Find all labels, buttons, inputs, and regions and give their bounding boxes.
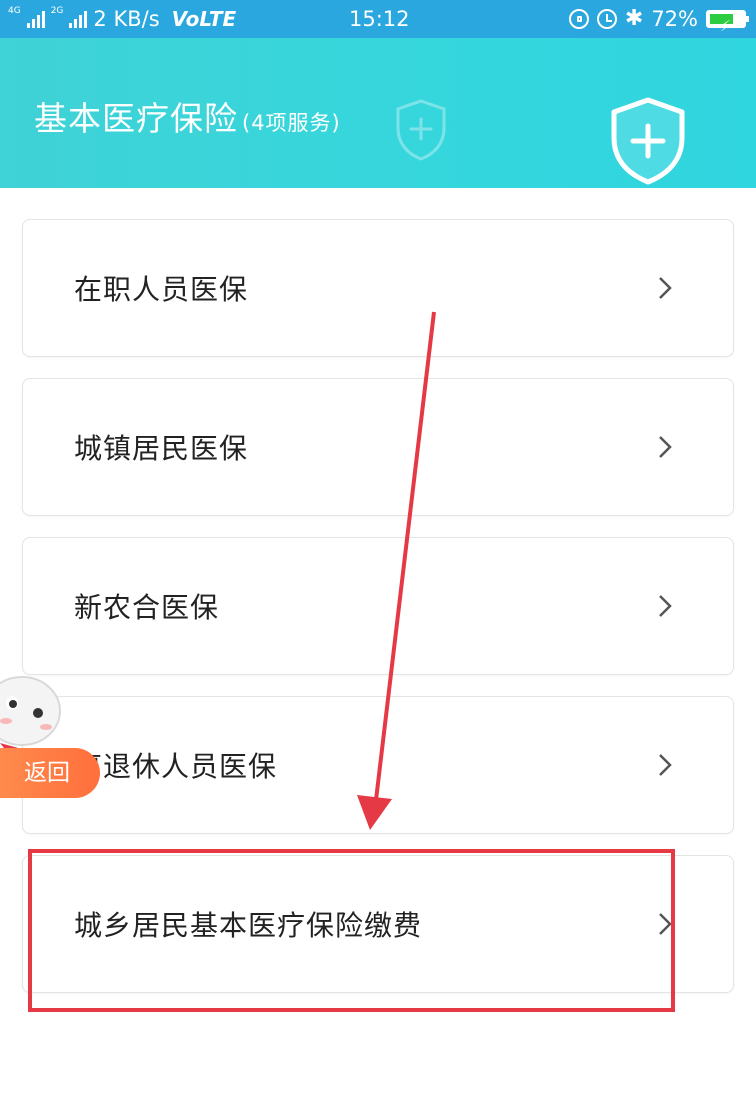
service-card-employee[interactable]: 在职人员医保: [22, 219, 734, 357]
service-label: 新农合医保: [74, 591, 220, 624]
status-right: ✱ 72% ⚡: [568, 0, 749, 38]
battery-percent: 72%: [651, 7, 698, 31]
chevron-right-icon: [659, 595, 672, 617]
shield-plus-icon: [611, 97, 685, 185]
back-button[interactable]: 返回: [0, 748, 100, 798]
chevron-right-icon: [659, 754, 672, 776]
assistant-robot-icon[interactable]: [0, 675, 66, 755]
battery-icon: ⚡: [706, 10, 749, 35]
service-label: 离退休人员医保: [74, 750, 278, 783]
shield-plus-icon-faded: [396, 99, 446, 161]
network-speed: 2 KB/s: [93, 7, 160, 31]
service-card-retiree[interactable]: 离退休人员医保: [22, 696, 734, 834]
chevron-right-icon: [659, 277, 672, 299]
service-count: (4项服务): [242, 111, 341, 135]
service-label: 城镇居民医保: [74, 432, 249, 465]
signal-icon: [26, 10, 45, 28]
bluetooth-icon: ✱: [624, 6, 644, 31]
volte-indicator: VoLTE: [171, 7, 237, 31]
service-card-rural-coop[interactable]: 新农合医保: [22, 537, 734, 675]
signal-icon-2: [69, 10, 88, 28]
status-left: 4G 2G 2 KB/s VoLTE: [8, 0, 236, 38]
page-title: 基本医疗保险 (4项服务): [34, 92, 341, 140]
annotation-highlight-box: [28, 849, 675, 1012]
clock: 15:12: [349, 7, 410, 31]
service-label: 在职人员医保: [74, 273, 249, 306]
network-type-label-2: 2G: [50, 5, 64, 16]
network-type-label: 4G: [8, 5, 21, 16]
page-header: 基本医疗保险 (4项服务): [0, 38, 756, 188]
service-card-urban-resident[interactable]: 城镇居民医保: [22, 378, 734, 516]
alarm-icon: [596, 9, 617, 29]
chevron-right-icon: [659, 436, 672, 458]
rotation-lock-icon: [568, 9, 589, 29]
status-bar: 4G 2G 2 KB/s VoLTE 15:12 ✱ 72% ⚡: [0, 0, 756, 38]
page-title-text: 基本医疗保险: [34, 99, 238, 138]
